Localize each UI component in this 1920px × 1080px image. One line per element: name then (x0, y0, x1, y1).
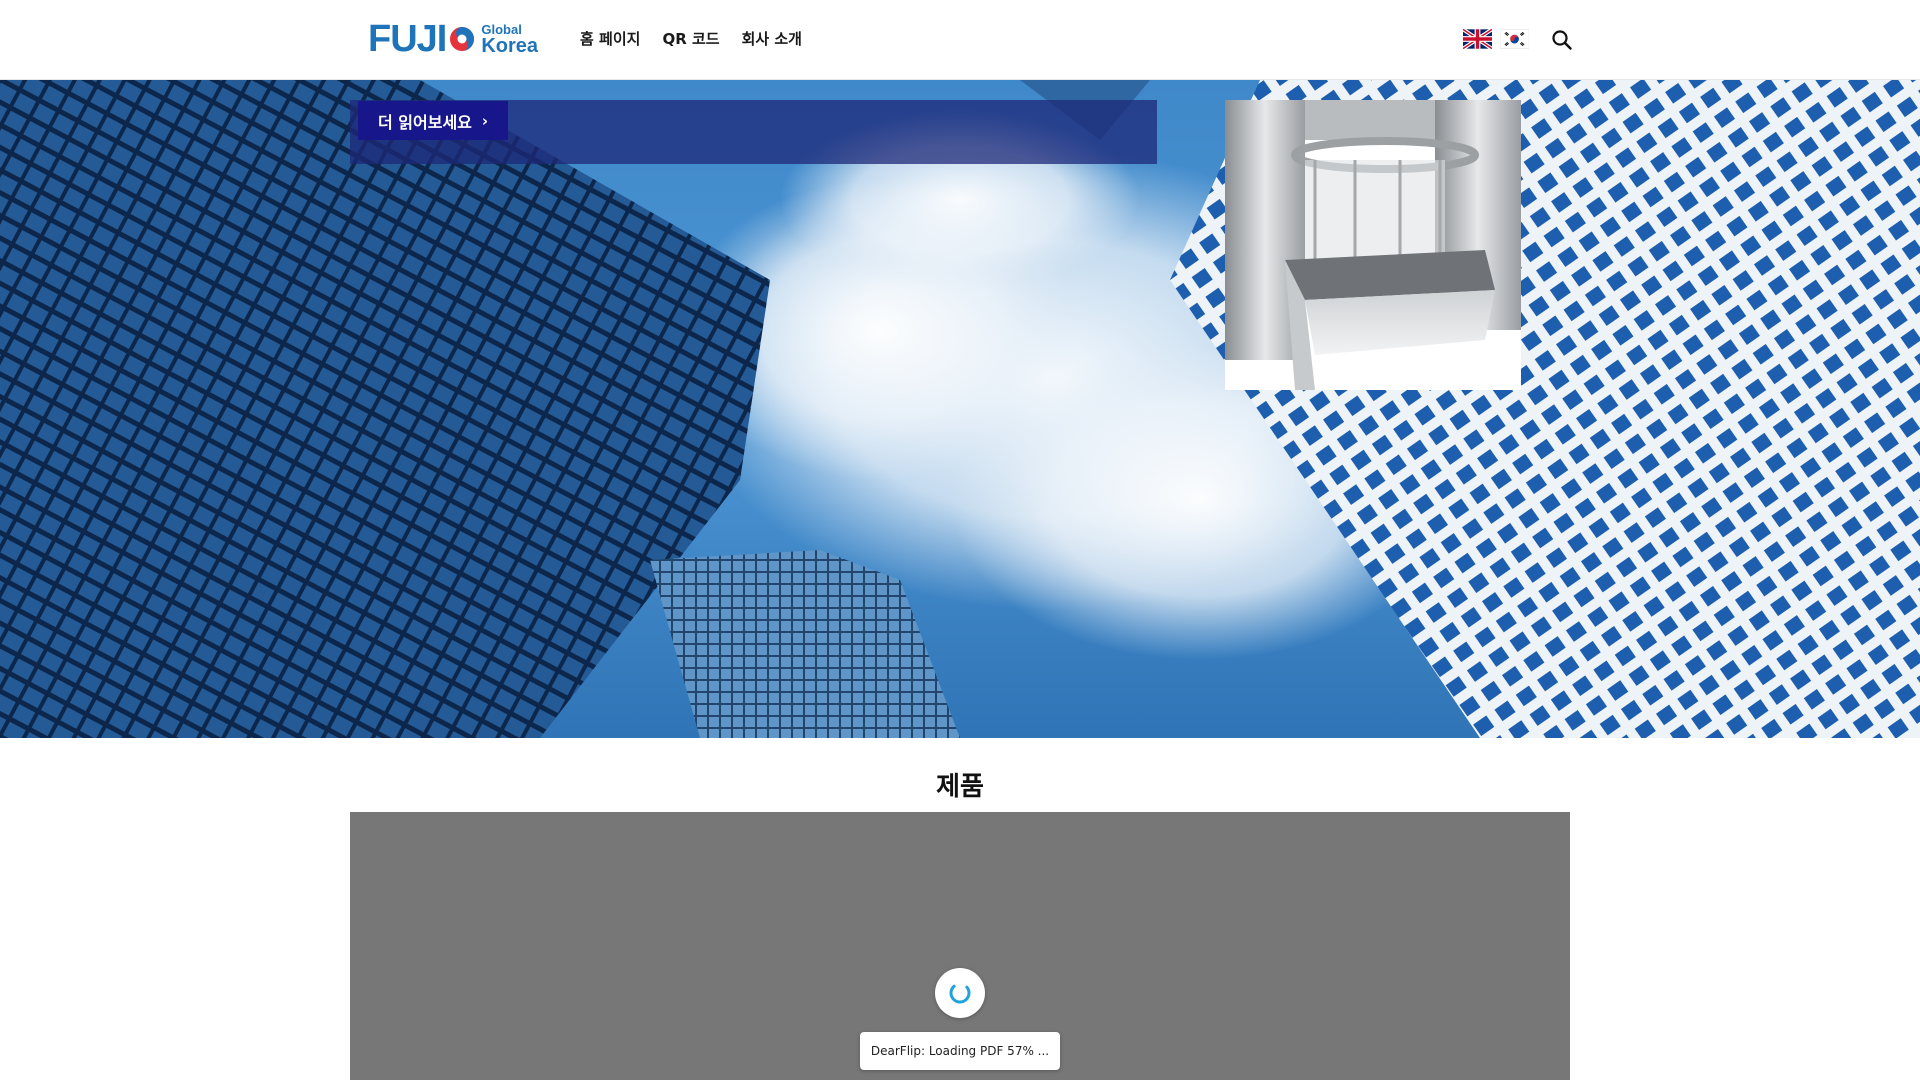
uk-flag-icon[interactable] (1463, 28, 1492, 50)
nav-item-about[interactable]: 회사 소개 (742, 28, 802, 49)
nav-item-qr-code[interactable]: QR 코드 (662, 28, 719, 49)
fuji-swirl-logo-mark-icon (450, 27, 475, 51)
spinner-icon (949, 982, 971, 1004)
language-switcher (1463, 28, 1529, 50)
logo-brand-text: FUJI (368, 18, 447, 60)
elevator-cabin-render (1225, 100, 1521, 390)
read-more-label: 더 읽어보세요 (378, 112, 472, 132)
chevron-right-icon: › (481, 111, 489, 130)
pdf-flipbook-viewer[interactable]: DearFlip: Loading PDF 57% ... (350, 812, 1570, 1080)
nav-item-home[interactable]: 홈 페이지 (580, 28, 640, 49)
loading-spinner (935, 968, 985, 1018)
logo-sub-global: Global (481, 21, 522, 37)
korea-flag-icon[interactable] (1500, 28, 1529, 50)
logo-sub-korea: Korea (481, 34, 539, 57)
products-heading: 제품 (936, 772, 984, 802)
site-header: FUJI Global Korea 홈 페이지 QR 코드 회사 소개 (0, 0, 1920, 80)
hero-skyscrapers-image (0, 80, 1920, 738)
search-icon[interactable] (1551, 29, 1573, 51)
read-more-button[interactable]: 더 읽어보세요 › (358, 101, 509, 140)
fuji-global-korea-logo[interactable]: FUJI Global Korea (368, 18, 538, 60)
hero-section: 더 읽어보세요 › (0, 80, 1920, 738)
loading-status-text: DearFlip: Loading PDF 57% ... (860, 1032, 1060, 1070)
elevator-product-image[interactable] (1225, 100, 1521, 390)
main-nav: 홈 페이지 QR 코드 회사 소개 (580, 28, 802, 49)
